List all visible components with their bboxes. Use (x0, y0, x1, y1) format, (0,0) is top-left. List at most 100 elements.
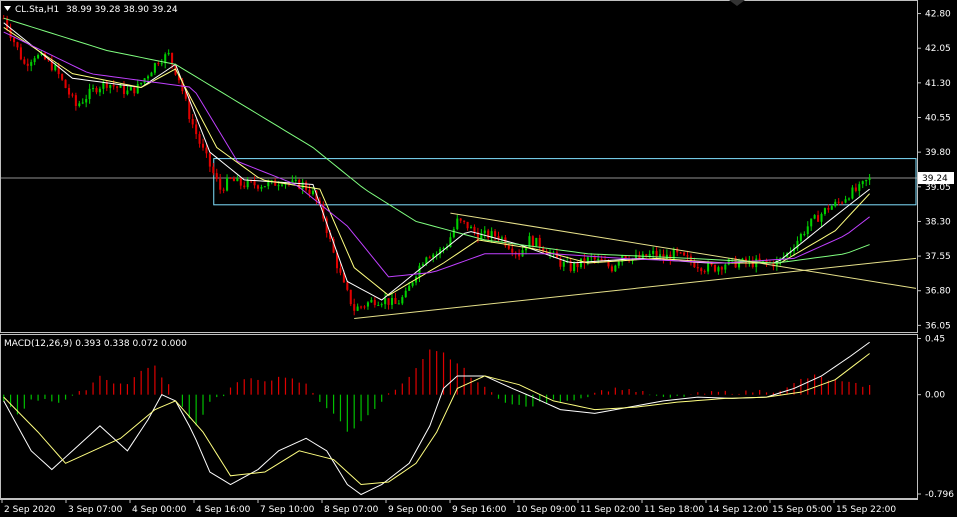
bull-candle-body (54, 65, 57, 71)
chart-canvas[interactable]: CL.Sta,H1 38.99 39.28 38.90 39.24 42.804… (0, 0, 957, 517)
bull-candle-body (851, 187, 854, 199)
time-tick-label: 9 Sep 00:00 (388, 505, 443, 515)
zone-rectangle-group (0, 158, 917, 206)
bull-candle-body (311, 190, 314, 195)
bear-candle-body (61, 74, 64, 80)
bear-candle-body (71, 94, 74, 96)
bull-candle-body (813, 215, 816, 219)
bear-candle-body (74, 95, 77, 106)
bull-candle-body (442, 247, 445, 249)
time-tick-label: 7 Sep 10:00 (260, 505, 315, 515)
ohlc-label: 38.99 39.28 38.90 39.24 (66, 5, 178, 15)
price-tick-label: 39.80 (925, 148, 951, 158)
bear-candle-body (713, 264, 717, 272)
bull-candle-body (236, 178, 239, 182)
bull-candle-body (88, 88, 91, 100)
bear-candle-body (459, 218, 462, 221)
bull-candle-body (260, 187, 263, 189)
bull-candle-body (861, 181, 864, 185)
bull-candle-body (78, 103, 81, 106)
bear-candle-body (116, 86, 119, 88)
bear-candle-body (349, 289, 352, 305)
price-tick-label: 40.55 (925, 113, 951, 123)
bull-candle-body (658, 254, 662, 257)
bull-candle-body (858, 184, 861, 191)
bear-candle-body (215, 173, 218, 179)
time-tick-label: 15 Sep 05:00 (772, 505, 832, 515)
bull-candle-body (263, 186, 266, 188)
window-tab-marker-icon (729, 0, 745, 6)
bull-candle-body (153, 63, 156, 73)
bear-candle-body (638, 254, 641, 259)
macd-tick-label: 0.45 (925, 334, 945, 344)
bull-candle-body (868, 178, 871, 180)
bull-candle-body (150, 72, 153, 77)
bear-candle-body (274, 180, 277, 186)
bear-candle-body (201, 143, 205, 148)
bear-candle-body (208, 153, 211, 167)
bear-candle-body (686, 255, 689, 257)
bear-candle-body (205, 147, 208, 154)
bear-candle-body (817, 215, 820, 222)
price-tick-label: 42.80 (925, 10, 951, 20)
price-tick-label: 42.05 (925, 44, 951, 54)
bear-candle-body (696, 267, 699, 269)
bull-candle-body (37, 54, 40, 59)
macd-pane-frame (0, 334, 918, 499)
bear-candle-body (494, 231, 497, 237)
time-tick-label: 15 Sep 22:00 (836, 505, 896, 515)
bull-candle-body (92, 88, 95, 90)
bull-candle-body (535, 237, 538, 247)
bear-candle-body (157, 63, 160, 65)
bear-candle-body (222, 189, 225, 191)
bear-candle-body (466, 221, 469, 229)
time-tick-label: 14 Sep 12:00 (708, 505, 768, 515)
bull-candle-body (140, 82, 143, 85)
bull-candle-body (85, 99, 88, 103)
bear-candle-body (511, 248, 514, 253)
bull-candle-body (390, 298, 394, 305)
current-price-tag-label: 39.24 (922, 174, 948, 184)
bear-candle-body (19, 47, 22, 60)
bear-candle-body (23, 59, 26, 64)
bull-candle-body (614, 265, 617, 272)
bull-candle-body (147, 76, 150, 79)
bear-candle-body (720, 267, 723, 270)
bear-candle-body (463, 220, 466, 222)
bull-candle-body (81, 102, 84, 104)
bear-candle-body (610, 266, 613, 272)
bear-candle-body (229, 177, 232, 179)
bull-candle-body (366, 302, 369, 307)
bull-candle-body (810, 218, 813, 227)
bear-candle-body (339, 268, 342, 273)
ma-long-line (3, 17, 870, 264)
bear-candle-body (827, 208, 830, 210)
bull-candle-body (397, 303, 400, 305)
bear-candle-body (655, 250, 658, 257)
bear-candle-body (133, 87, 136, 94)
bear-candle-body (219, 178, 222, 190)
bull-candle-body (724, 264, 727, 270)
bear-candle-body (346, 282, 349, 290)
time-tick-label: 8 Sep 07:00 (324, 505, 379, 515)
bear-candle-body (538, 237, 541, 248)
bear-candle-body (607, 261, 610, 267)
time-tick-label: 4 Sep 16:00 (196, 505, 251, 515)
bear-candle-body (95, 88, 98, 93)
bear-candle-body (473, 226, 476, 233)
bull-candle-body (597, 258, 600, 260)
time-tick-label: 4 Sep 00:00 (132, 505, 187, 515)
bear-candle-body (837, 201, 840, 203)
dropdown-triangle-icon[interactable] (4, 6, 11, 11)
bear-candle-body (239, 178, 242, 186)
bear-candle-body (212, 166, 215, 174)
bull-candle-body (823, 208, 826, 215)
time-axis: 2 Sep 2020 3 Sep 07:00 4 Sep 00:00 4 Sep 16… (1, 499, 896, 515)
bull-candle-body (126, 90, 129, 95)
bear-candle-body (387, 298, 390, 305)
time-tick-label: 9 Sep 16:00 (452, 505, 507, 515)
bear-candle-body (232, 178, 235, 182)
bear-candle-body (243, 185, 246, 188)
bull-candle-body (33, 58, 36, 63)
bear-candle-body (428, 257, 431, 259)
